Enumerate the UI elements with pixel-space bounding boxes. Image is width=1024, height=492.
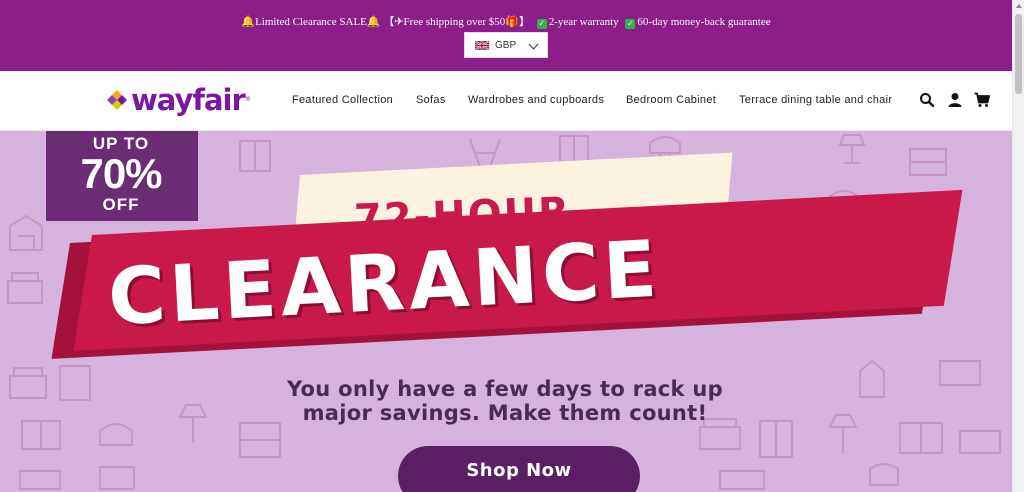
checkmark-icon: ✓	[625, 19, 636, 29]
logo-text: wayfair	[131, 83, 246, 117]
currency-value: GBP	[495, 39, 517, 51]
search-icon[interactable]	[919, 92, 935, 108]
cart-icon[interactable]	[974, 92, 990, 108]
nav-item-bedroom-cabinet[interactable]: Bedroom Cabinet	[626, 94, 716, 106]
nav-item-terrace-dining[interactable]: Terrace dining table and chair	[739, 94, 892, 106]
logo-trademark: ®	[245, 97, 251, 103]
announcement-warranty: 2-year warranty	[548, 16, 619, 28]
announcement-guarantee: 60-day money-back guarantee	[637, 16, 771, 28]
hero-subtitle-line2: major savings. Make them count!	[302, 401, 708, 425]
nav-item-wardrobes[interactable]: Wardrobes and cupboards	[468, 94, 604, 106]
logo-mark-icon	[107, 90, 127, 110]
scrollbar-thumb[interactable]	[1015, 14, 1022, 94]
nav-item-sofas[interactable]: Sofas	[416, 94, 446, 106]
wayfair-logo[interactable]: wayfair ®	[106, 85, 250, 115]
hero-subtitle: You only have a few days to rack up majo…	[200, 377, 810, 425]
account-icon[interactable]	[947, 92, 963, 108]
chevron-down-icon	[528, 39, 539, 50]
badge-off: OFF	[102, 195, 140, 214]
currency-selector[interactable]: GBP	[464, 32, 548, 58]
announcement-sale: 🔔Limited Clearance SALE🔔	[241, 16, 381, 28]
hero-banner[interactable]: UP TO 70% OFF 72-HOUR CLEARANCE You only…	[0, 131, 1012, 492]
badge-percent: 70%	[80, 150, 162, 197]
site-header: wayfair ® Featured Collection Sofas Wardr…	[0, 71, 1012, 131]
nav-item-featured-collection[interactable]: Featured Collection	[292, 94, 393, 106]
shop-now-button[interactable]: Shop Now	[398, 446, 640, 492]
uk-flag-icon	[475, 40, 489, 50]
announcement-bar: 🔔Limited Clearance SALE🔔 【✈Free shipping…	[0, 0, 1012, 71]
hero-subtitle-line1: You only have a few days to rack up	[286, 377, 724, 401]
page-scrollbar[interactable]	[1012, 0, 1024, 492]
checkmark-icon: ✓	[536, 19, 547, 29]
scroll-up-arrow-icon[interactable]	[1016, 4, 1022, 8]
announcement-shipping: 【✈Free shipping over $50🎁】	[383, 16, 530, 28]
announcement-text: 🔔Limited Clearance SALE🔔 【✈Free shipping…	[0, 13, 1012, 29]
